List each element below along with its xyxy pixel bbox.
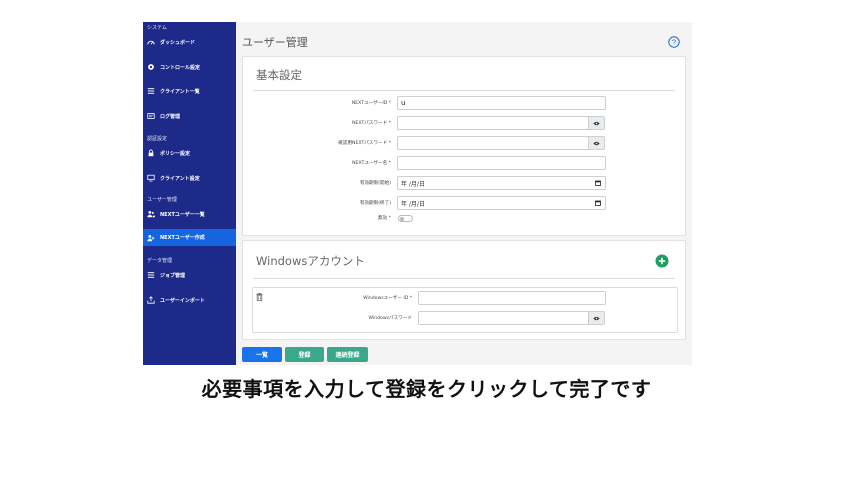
windows-account-card: Windowsアカウント Windowsユーザー ID * Windowsパスワ…: [242, 240, 686, 340]
page-title: ユーザー管理: [242, 36, 308, 49]
sidebar-section-user-management: ユーザー管理: [147, 197, 177, 203]
basic-settings-title: 基本設定: [256, 68, 302, 82]
field-label: NEXTユーザー名 *: [352, 161, 391, 166]
show-confirm-password-button[interactable]: [588, 136, 605, 150]
dashboard-icon: [147, 38, 155, 46]
add-windows-account-button[interactable]: [655, 254, 669, 268]
next-password-input[interactable]: [397, 116, 589, 130]
log-icon: [147, 112, 155, 120]
sidebar-item-job[interactable]: ジョブ管理: [143, 267, 236, 283]
continuous-register-button[interactable]: 連続登録: [327, 347, 368, 362]
valid-to-date-input[interactable]: 年 /月/日: [397, 196, 606, 210]
date-value: 年 /月/日: [401, 200, 425, 208]
list-button[interactable]: 一覧: [242, 347, 282, 362]
disabled-toggle[interactable]: [398, 215, 413, 222]
windows-user-id-input[interactable]: [418, 291, 606, 305]
valid-from-date-input[interactable]: 年 /月/日: [397, 176, 606, 190]
sidebar-section-system: システム: [147, 25, 167, 31]
show-password-button[interactable]: [588, 116, 605, 130]
next-user-name-input[interactable]: [397, 156, 606, 170]
field-label: 無効 *: [378, 216, 391, 221]
date-value: 年 /月/日: [401, 180, 425, 188]
monitor-icon: [147, 174, 155, 182]
sidebar-item-label: ダッシュボード: [160, 39, 196, 46]
sidebar-item-user-create[interactable]: NEXTユーザー作成: [143, 229, 236, 246]
sidebar-section-data-management: データ管理: [147, 258, 173, 264]
eye-icon: [593, 141, 600, 145]
sidebar-item-user-import[interactable]: ユーザーインポート: [143, 292, 236, 308]
sidebar-item-label: ユーザーインポート: [160, 297, 205, 304]
lock-icon: [147, 149, 155, 157]
sidebar-item-user-list[interactable]: NEXTユーザー一覧: [143, 206, 236, 222]
trash-icon[interactable]: [256, 293, 263, 301]
gear-icon: [147, 63, 155, 71]
app-screenshot: システム ダッシュボード コントロール設定 クライアント一覧 ログ管理 認証設定…: [143, 22, 692, 365]
sidebar-item-label: クライアント一覧: [160, 88, 200, 95]
eye-icon: [593, 121, 600, 125]
field-label: 有効期限(終了): [359, 201, 391, 206]
field-label: Windowsパスワード: [368, 316, 412, 321]
sidebar-item-client-list[interactable]: クライアント一覧: [143, 83, 236, 99]
windows-password-input[interactable]: [418, 311, 589, 325]
list-icon: [147, 87, 155, 95]
sidebar-item-label: NEXTユーザー作成: [160, 235, 205, 241]
confirm-password-input[interactable]: [397, 136, 589, 150]
sidebar: システム ダッシュボード コントロール設定 クライアント一覧 ログ管理 認証設定…: [143, 22, 236, 365]
register-button[interactable]: 登録: [285, 347, 324, 362]
divider: [253, 278, 675, 279]
upload-icon: [147, 296, 155, 304]
sidebar-item-label: ポリシー設定: [160, 150, 191, 157]
help-icon[interactable]: ?: [668, 36, 680, 48]
user-add-icon: [147, 234, 155, 242]
instruction-caption: 必要事項を入力して登録をクリックして完了です: [201, 377, 652, 401]
sidebar-item-log[interactable]: ログ管理: [143, 108, 236, 124]
users-icon: [147, 210, 155, 218]
sidebar-item-label: NEXTユーザー一覧: [160, 211, 205, 218]
next-user-id-input[interactable]: u: [397, 96, 606, 110]
calendar-icon[interactable]: [595, 180, 601, 186]
sidebar-section-auth: 認証設定: [147, 136, 168, 142]
basic-settings-card: 基本設定 NEXTユーザーID * u NEXTパスワード * 確認用NEXTパ…: [242, 56, 686, 236]
divider: [253, 90, 675, 91]
sidebar-item-label: ジョブ管理: [160, 272, 186, 279]
main-content: ユーザー管理 ? 基本設定 NEXTユーザーID * u NEXTパスワード *…: [236, 22, 692, 365]
list-icon: [147, 271, 155, 279]
svg-text:?: ?: [672, 38, 676, 47]
sidebar-item-client-settings[interactable]: クライアント設定: [143, 170, 236, 186]
eye-icon: [593, 316, 600, 320]
show-windows-password-button[interactable]: [588, 311, 605, 325]
field-label: NEXTパスワード *: [352, 121, 391, 126]
field-label: 確認用NEXTパスワード *: [338, 141, 391, 146]
field-label: NEXTユーザーID *: [351, 101, 391, 106]
sidebar-item-control-settings[interactable]: コントロール設定: [143, 59, 236, 75]
sidebar-item-dashboard[interactable]: ダッシュボード: [143, 34, 236, 50]
sidebar-item-label: ログ管理: [160, 113, 181, 120]
windows-account-title: Windowsアカウント: [256, 254, 365, 268]
field-label: 有効期限(開始): [359, 181, 391, 186]
sidebar-item-label: コントロール設定: [160, 64, 201, 71]
sidebar-item-policy[interactable]: ポリシー設定: [143, 145, 236, 161]
sidebar-item-label: クライアント設定: [160, 175, 200, 182]
calendar-icon[interactable]: [595, 200, 601, 206]
field-label: Windowsユーザー ID *: [363, 296, 412, 301]
